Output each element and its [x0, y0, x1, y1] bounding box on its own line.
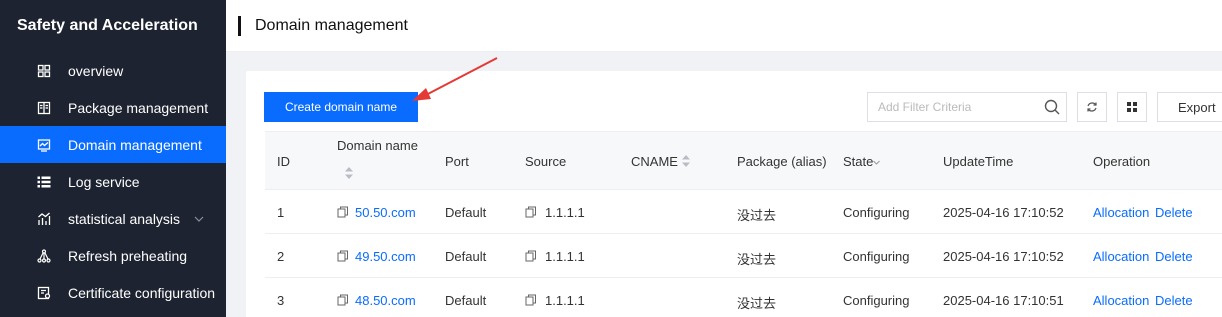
- cell-domain: 49.50.com: [337, 249, 416, 264]
- sidebar-item-label: Certificate configuration: [68, 284, 216, 301]
- cell-state: Configuring: [843, 293, 910, 308]
- copy-icon[interactable]: [525, 294, 537, 306]
- table-row: 3 48.50.com Default 1.1.1.1 没过去 Configur…: [265, 278, 1222, 317]
- page-title: Domain management: [255, 17, 408, 34]
- table-header: ID Domain name Port Source CNAME Package…: [265, 131, 1222, 190]
- cell-port: Default: [445, 249, 487, 264]
- refresh-icon: [1087, 102, 1097, 112]
- search-icon[interactable]: [1044, 99, 1060, 115]
- cell-state: Configuring: [843, 205, 910, 220]
- column-header-domain: Domain name: [337, 138, 418, 153]
- domain-link[interactable]: 48.50.com: [355, 293, 416, 308]
- cell-update-time: 2025-04-16 17:10:51: [943, 293, 1064, 308]
- list-icon: [37, 175, 51, 189]
- cell-domain: 48.50.com: [337, 293, 416, 308]
- copy-icon[interactable]: [337, 250, 349, 262]
- search-input[interactable]: [868, 93, 1038, 121]
- sidebar-item-domain-management[interactable]: Domain management: [0, 126, 226, 163]
- monitor-icon: [37, 138, 51, 152]
- column-header-package: Package (alias): [737, 154, 827, 169]
- cell-package: 没过去: [737, 296, 777, 311]
- export-button[interactable]: Export: [1157, 92, 1222, 122]
- title-accent-bar: [238, 16, 241, 36]
- sidebar-item-label: Package management: [68, 99, 209, 116]
- delete-link[interactable]: Delete: [1155, 293, 1193, 308]
- domain-link[interactable]: 50.50.com: [355, 205, 416, 220]
- column-header-update-time: UpdateTime: [943, 154, 1014, 169]
- cell-id: 3: [277, 293, 285, 308]
- allocation-link[interactable]: Allocation: [1093, 205, 1149, 220]
- delete-link[interactable]: Delete: [1155, 249, 1193, 264]
- copy-icon[interactable]: [337, 294, 349, 306]
- cell-update-time: 2025-04-16 17:10:52: [943, 205, 1064, 220]
- copy-icon[interactable]: [525, 206, 537, 218]
- cell-package: 没过去: [737, 208, 777, 223]
- certificate-icon: [37, 286, 51, 300]
- sidebar-item-refresh-preheating[interactable]: Refresh preheating: [0, 237, 226, 274]
- column-settings-button[interactable]: [1117, 92, 1147, 122]
- network-icon: [37, 248, 51, 263]
- allocation-link[interactable]: Allocation: [1093, 293, 1149, 308]
- column-header-cname: CNAME: [631, 154, 678, 169]
- table-row: 1 50.50.com Default 1.1.1.1 没过去 Configur…: [265, 190, 1222, 234]
- filter-search[interactable]: [867, 92, 1067, 122]
- cell-state: Configuring: [843, 249, 910, 264]
- column-header-id: ID: [277, 154, 290, 169]
- copy-icon[interactable]: [337, 206, 349, 218]
- cell-source: 1.1.1.1: [525, 249, 585, 264]
- cell-id: 1: [277, 205, 285, 220]
- sidebar-item-statistical-analysis[interactable]: statistical analysis: [0, 200, 226, 237]
- sidebar-item-label: Log service: [68, 173, 140, 190]
- sidebar-item-log-service[interactable]: Log service: [0, 163, 226, 200]
- cell-source: 1.1.1.1: [525, 205, 585, 220]
- cell-package: 没过去: [737, 252, 777, 267]
- cell-id: 2: [277, 249, 285, 264]
- delete-link[interactable]: Delete: [1155, 205, 1193, 220]
- cell-update-time: 2025-04-16 17:10:52: [943, 249, 1064, 264]
- book-icon: [37, 101, 51, 115]
- sort-icon[interactable]: [681, 154, 691, 168]
- sidebar-item-label: statistical analysis: [68, 210, 181, 227]
- sidebar-item-certificate-configuration[interactable]: Certificate configuration: [0, 274, 226, 311]
- column-header-operation: Operation: [1093, 154, 1151, 169]
- sidebar-item-package-management[interactable]: Package management: [0, 89, 226, 126]
- refresh-button[interactable]: [1077, 92, 1107, 122]
- sidebar-nav: overview Package management Domain manag…: [0, 52, 226, 311]
- allocation-link[interactable]: Allocation: [1093, 249, 1149, 264]
- column-header-source: Source: [525, 154, 567, 169]
- chart-icon: [37, 212, 51, 226]
- grid-icon: [37, 64, 51, 78]
- source-value: 1.1.1.1: [545, 205, 585, 220]
- chevron-down-icon: [194, 216, 204, 222]
- copy-icon[interactable]: [525, 250, 537, 262]
- table-row: 2 49.50.com Default 1.1.1.1 没过去 Configur…: [265, 234, 1222, 278]
- cell-domain: 50.50.com: [337, 205, 416, 220]
- sidebar-title: Safety and Acceleration: [17, 17, 198, 34]
- sidebar-item-overview[interactable]: overview: [0, 52, 226, 89]
- sort-icon[interactable]: [344, 166, 354, 180]
- page-header: Domain management: [226, 0, 1222, 52]
- cell-source: 1.1.1.1: [525, 293, 585, 308]
- grid-icon: [1127, 102, 1137, 112]
- sidebar-item-label: Domain management: [68, 136, 202, 153]
- sidebar-item-label: Refresh preheating: [68, 247, 188, 264]
- domain-link[interactable]: 49.50.com: [355, 249, 416, 264]
- column-header-state[interactable]: State: [843, 154, 873, 169]
- source-value: 1.1.1.1: [545, 249, 585, 264]
- sidebar-item-label: overview: [68, 62, 124, 79]
- column-header-port: Port: [445, 154, 469, 169]
- source-value: 1.1.1.1: [545, 293, 585, 308]
- cell-port: Default: [445, 205, 487, 220]
- cell-port: Default: [445, 293, 487, 308]
- create-domain-button[interactable]: Create domain name: [264, 92, 418, 122]
- sidebar: Safety and Acceleration overview Package…: [0, 0, 226, 317]
- chevron-down-icon[interactable]: [872, 158, 881, 167]
